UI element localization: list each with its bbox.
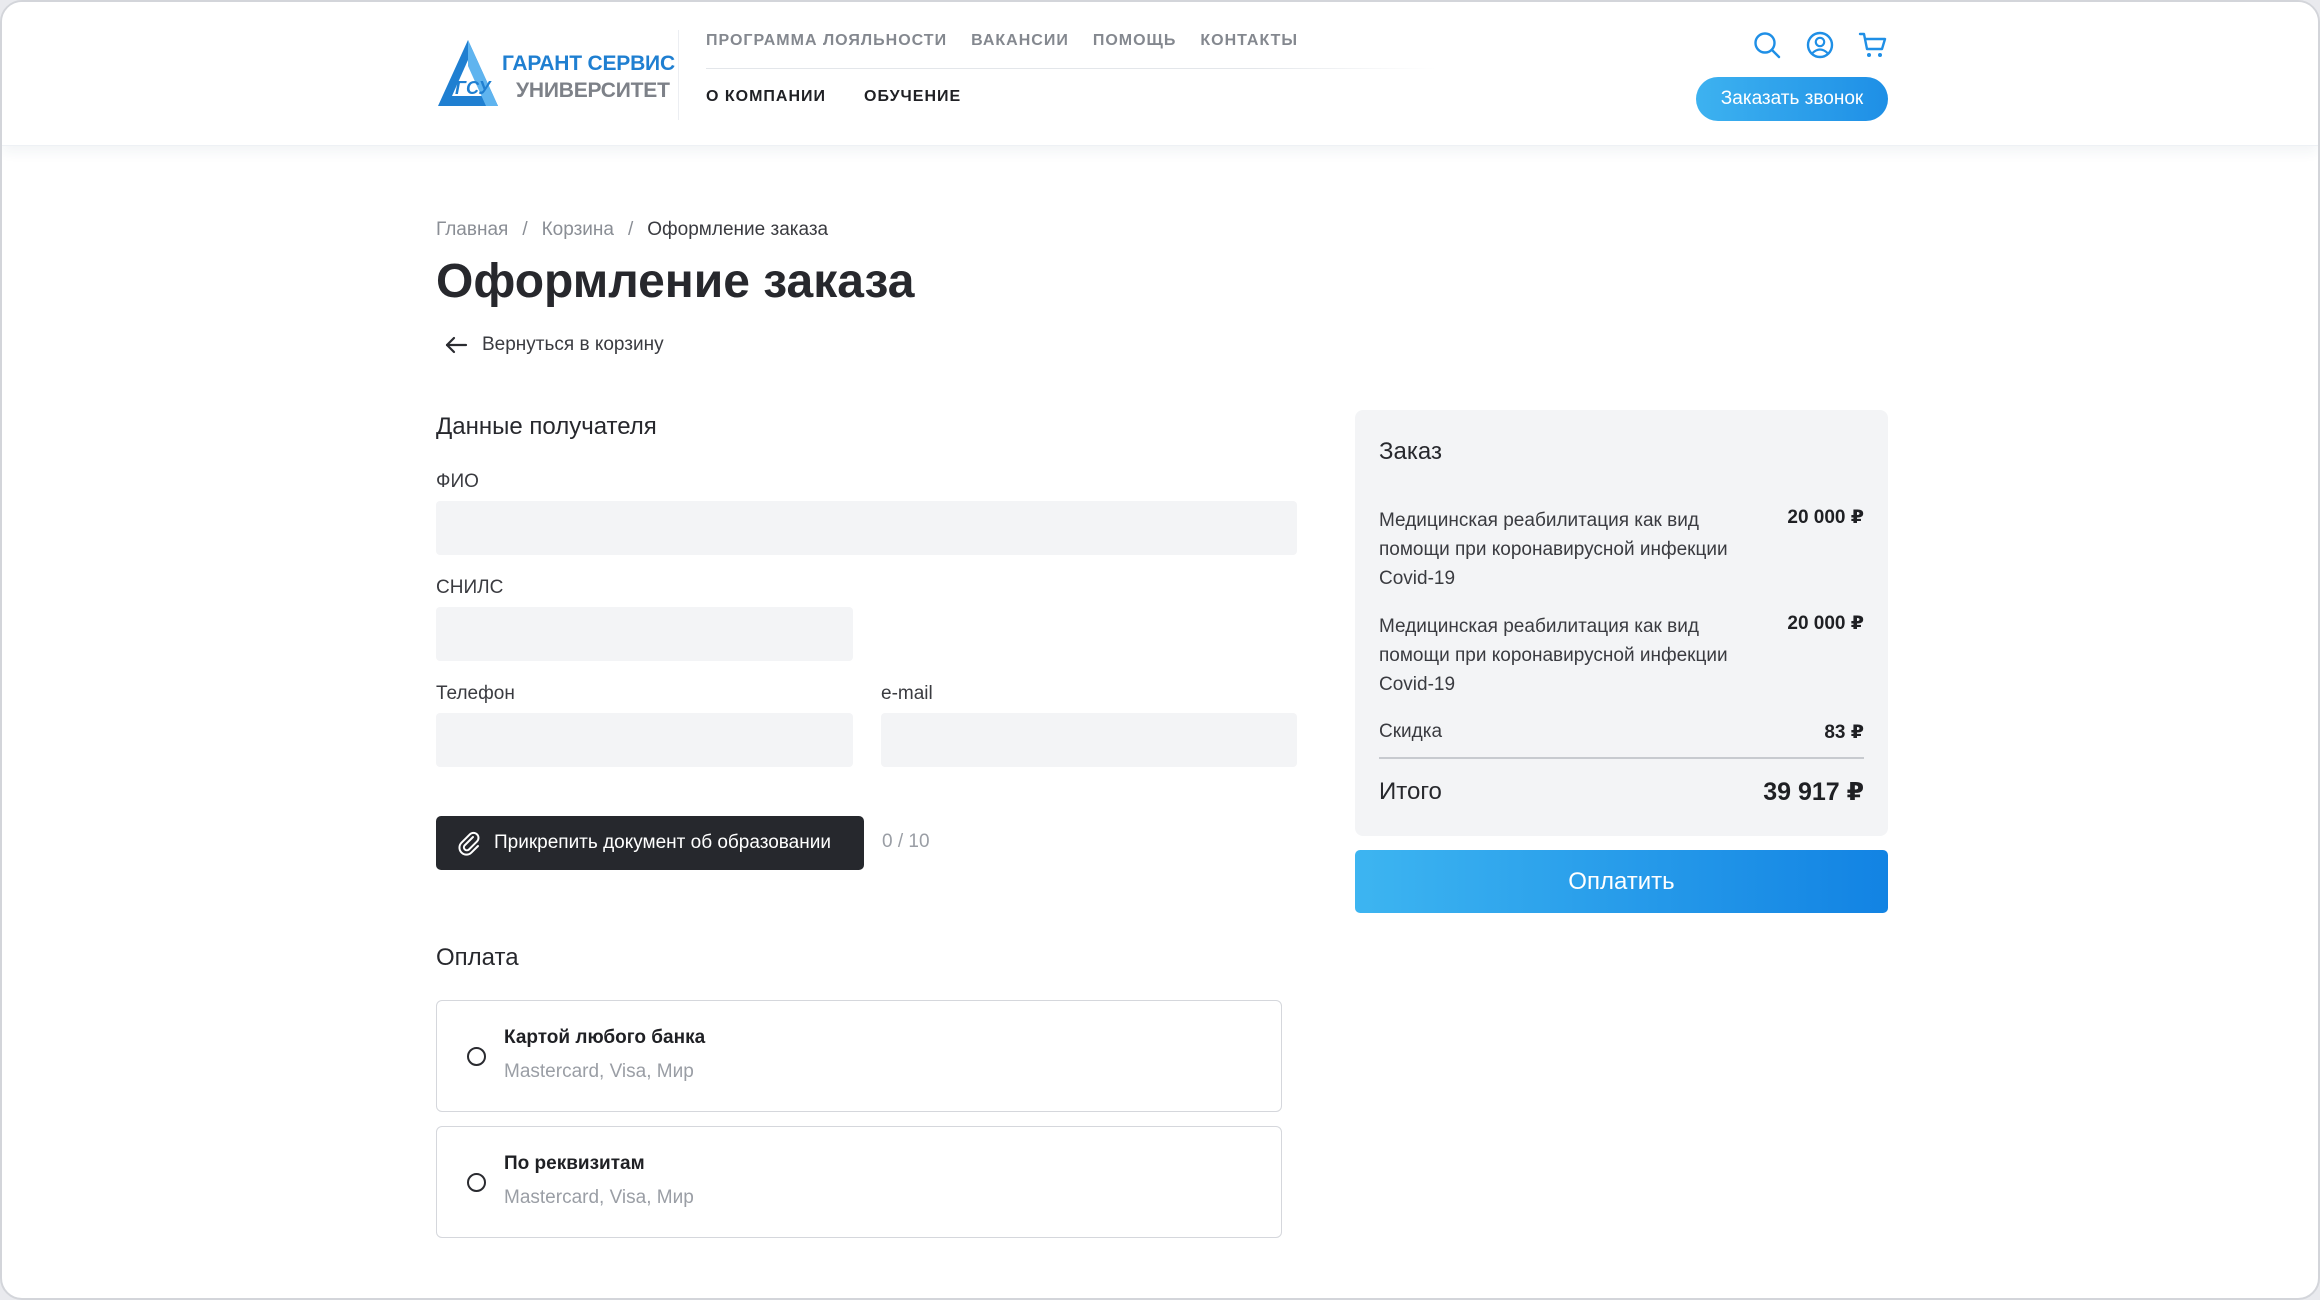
nav-divider	[706, 68, 1436, 69]
back-link-label: Вернуться в корзину	[482, 334, 664, 355]
nav-vacancies[interactable]: ВАКАНСИИ	[971, 32, 1069, 50]
nav-loyalty-program[interactable]: ПРОГРАММА ЛОЯЛЬНОСТИ	[706, 32, 947, 50]
breadcrumb-home[interactable]: Главная	[436, 219, 508, 240]
logo-line-2: УНИВЕРСИТЕТ	[516, 79, 670, 102]
user-icon[interactable]	[1805, 30, 1835, 60]
back-to-cart-link[interactable]: Вернуться в корзину	[444, 334, 664, 356]
order-heading: Заказ	[1379, 438, 1442, 465]
attach-document-button[interactable]: Прикрепить документ об образовании	[436, 816, 864, 870]
site-logo[interactable]: ГСУ ГАРАНТ СЕРВИС УНИВЕРСИТЕТ	[436, 38, 675, 110]
snils-field[interactable]	[436, 607, 853, 661]
nav-help[interactable]: ПОМОЩЬ	[1093, 32, 1177, 50]
breadcrumb-separator: /	[522, 219, 528, 240]
snils-label: СНИЛС	[436, 577, 504, 598]
payment-option-subtitle: Mastercard, Visa, Мир	[504, 1187, 694, 1208]
nav-contacts[interactable]: КОНТАКТЫ	[1200, 32, 1298, 50]
breadcrumb-cart[interactable]: Корзина	[542, 219, 614, 240]
site-header: ГСУ ГАРАНТ СЕРВИС УНИВЕРСИТЕТ ПРОГРАММА …	[2, 2, 2318, 146]
request-callback-button[interactable]: Заказать звонок	[1696, 77, 1888, 121]
search-icon[interactable]	[1752, 30, 1782, 60]
pay-button[interactable]: Оплатить	[1355, 850, 1888, 913]
logo-text: ГАРАНТ СЕРВИС УНИВЕРСИТЕТ	[502, 50, 675, 104]
phone-field[interactable]	[436, 713, 853, 767]
email-label: e-mail	[881, 683, 933, 704]
secondary-nav: ПРОГРАММА ЛОЯЛЬНОСТИ ВАКАНСИИ ПОМОЩЬ КОН…	[706, 32, 1298, 50]
logo-abbreviation: ГСУ	[455, 78, 491, 98]
logo-line-1: ГАРАНТ СЕРВИС	[502, 52, 675, 75]
total-value: 39 917 ₽	[1763, 778, 1864, 806]
page-title: Оформление заказа	[436, 255, 915, 308]
payment-option-title: Картой любого банка	[504, 1027, 706, 1048]
paperclip-icon	[458, 831, 480, 856]
total-label: Итого	[1379, 778, 1442, 805]
attach-button-label: Прикрепить документ об образовании	[494, 832, 831, 853]
radio-button[interactable]	[467, 1173, 486, 1192]
primary-nav: О КОМПАНИИ ОБУЧЕНИЕ	[706, 88, 961, 106]
fio-field[interactable]	[436, 501, 1297, 555]
order-item-name: Медицинская реабилитация как вид помощи …	[1379, 616, 1728, 695]
nav-education[interactable]: ОБУЧЕНИЕ	[864, 88, 961, 106]
discount-label: Скидка	[1379, 721, 1443, 742]
breadcrumb: Главная / Корзина / Оформление заказа	[436, 219, 828, 241]
payment-heading: Оплата	[436, 944, 519, 971]
order-item-price: 20 000 ₽	[1787, 613, 1864, 634]
order-item-name: Медицинская реабилитация как вид помощи …	[1379, 510, 1728, 589]
email-field[interactable]	[881, 713, 1297, 767]
arrow-left-icon	[445, 336, 468, 354]
recipient-heading: Данные получателя	[436, 413, 657, 440]
order-summary: Заказ Медицинская реабилитация как вид п…	[1355, 410, 1888, 836]
order-item-price: 20 000 ₽	[1787, 507, 1864, 528]
browser-frame: ГСУ ГАРАНТ СЕРВИС УНИВЕРСИТЕТ ПРОГРАММА …	[0, 0, 2320, 1300]
payment-option-card[interactable]: Картой любого банка Mastercard, Visa, Ми…	[436, 1000, 1282, 1112]
nav-about-company[interactable]: О КОМПАНИИ	[706, 88, 826, 106]
summary-divider	[1379, 757, 1864, 759]
breadcrumb-current: Оформление заказа	[647, 219, 829, 240]
header-divider	[678, 30, 679, 120]
attachment-counter: 0 / 10	[882, 831, 930, 852]
fio-label: ФИО	[436, 471, 479, 492]
discount-value: 83 ₽	[1824, 722, 1864, 743]
payment-option-requisites[interactable]: По реквизитам Mastercard, Visa, Мир	[436, 1126, 1282, 1238]
logo-triangle-icon	[438, 40, 498, 106]
cart-icon[interactable]	[1858, 30, 1888, 60]
breadcrumb-separator: /	[627, 219, 634, 240]
payment-option-subtitle: Mastercard, Visa, Мир	[504, 1061, 694, 1082]
payment-option-title: По реквизитам	[504, 1153, 645, 1174]
phone-label: Телефон	[436, 683, 515, 704]
radio-button[interactable]	[467, 1047, 486, 1066]
